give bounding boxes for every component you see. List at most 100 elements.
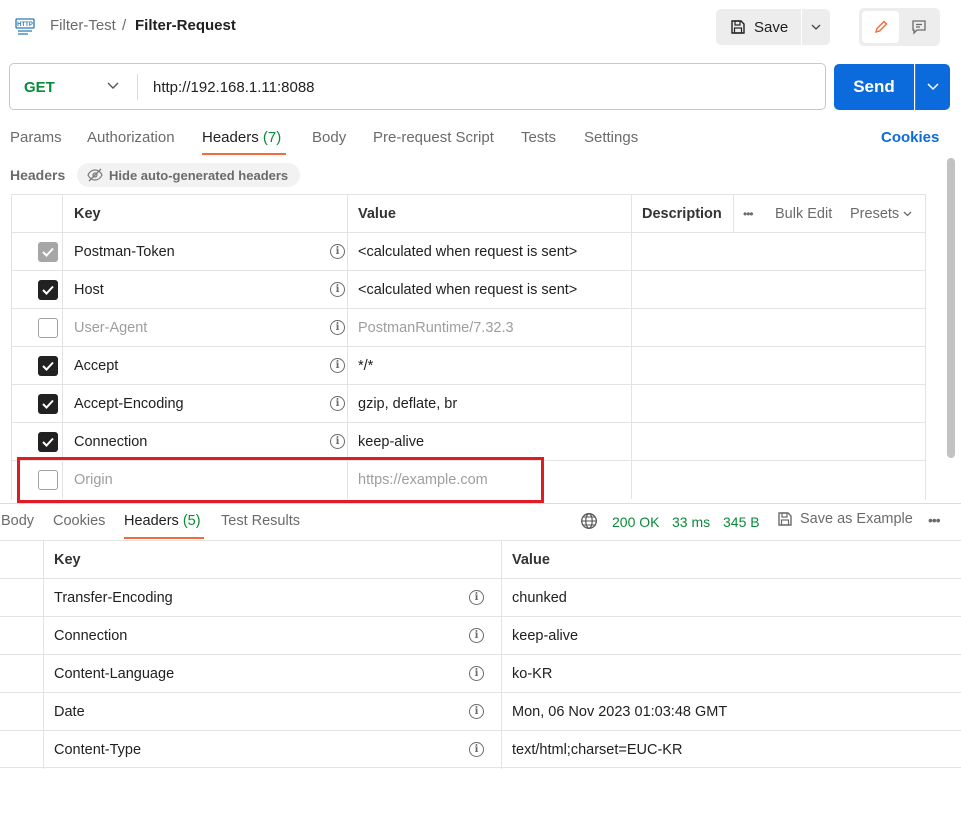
column-divider bbox=[43, 693, 44, 731]
response-size[interactable]: 345 B bbox=[723, 514, 760, 530]
comment-mode-button[interactable] bbox=[901, 11, 937, 43]
column-divider bbox=[631, 347, 632, 385]
info-icon[interactable]: i bbox=[469, 590, 484, 605]
row-checkbox[interactable] bbox=[38, 394, 58, 414]
checkmark-icon bbox=[42, 437, 54, 447]
tab-headers[interactable]: Headers (7) bbox=[202, 129, 281, 146]
column-divider bbox=[62, 309, 63, 347]
row-checkbox[interactable] bbox=[38, 242, 58, 262]
column-divider bbox=[62, 271, 63, 309]
row-checkbox[interactable] bbox=[38, 356, 58, 376]
header-value[interactable]: keep-alive bbox=[358, 423, 424, 461]
url-input[interactable]: http://192.168.1.11:8088 bbox=[153, 79, 315, 96]
save-options-button[interactable] bbox=[802, 9, 830, 45]
svg-text:HTTP: HTTP bbox=[17, 22, 33, 28]
row-checkbox[interactable] bbox=[38, 280, 58, 300]
column-divider bbox=[62, 347, 63, 385]
status-code[interactable]: 200 OK bbox=[612, 514, 659, 530]
headers-section-title: Headers bbox=[10, 167, 66, 183]
table-row: User-Agent i PostmanRuntime/7.32.3 bbox=[12, 308, 925, 347]
header-key[interactable]: Postman-Token bbox=[74, 233, 175, 271]
tab-response-body[interactable]: Body bbox=[1, 513, 34, 529]
column-value: Value bbox=[512, 552, 550, 568]
tab-tests[interactable]: Tests bbox=[521, 129, 556, 146]
row-checkbox[interactable] bbox=[38, 432, 58, 452]
tab-test-results[interactable]: Test Results bbox=[221, 513, 300, 529]
breadcrumb-separator: / bbox=[122, 17, 127, 34]
response-header-value: chunked bbox=[512, 590, 567, 606]
comment-icon bbox=[912, 20, 926, 35]
chevron-down-icon[interactable] bbox=[107, 82, 119, 90]
hide-auto-generated-headers-button[interactable]: Hide auto-generated headers bbox=[77, 163, 300, 187]
tab-response-headers-count: (5) bbox=[182, 513, 201, 529]
hide-auto-generated-headers-label: Hide auto-generated headers bbox=[109, 167, 289, 183]
info-icon[interactable]: i bbox=[330, 320, 345, 335]
info-icon[interactable]: i bbox=[330, 282, 345, 297]
column-divider bbox=[43, 731, 44, 769]
active-tab-indicator bbox=[124, 537, 204, 539]
breadcrumb-collection[interactable]: Filter-Test bbox=[50, 17, 116, 34]
info-icon[interactable]: i bbox=[469, 704, 484, 719]
column-divider bbox=[631, 385, 632, 423]
header-key[interactable]: User-Agent bbox=[74, 309, 147, 347]
column-divider bbox=[631, 195, 632, 233]
column-divider bbox=[62, 195, 63, 233]
tab-pre-request-script[interactable]: Pre-request Script bbox=[373, 129, 494, 146]
more-options-button[interactable]: ••• bbox=[928, 512, 941, 528]
header-key[interactable]: Connection bbox=[74, 423, 147, 461]
info-icon[interactable]: i bbox=[330, 434, 345, 449]
info-icon[interactable]: i bbox=[469, 742, 484, 757]
table-row: Content-Type i text/html;charset=EUC-KR bbox=[0, 730, 961, 769]
table-row: Postman-Token i <calculated when request… bbox=[12, 232, 925, 271]
tab-params[interactable]: Params bbox=[10, 129, 62, 146]
presets-label: Presets bbox=[850, 206, 900, 222]
scrollbar[interactable] bbox=[947, 158, 955, 458]
save-as-example-button[interactable]: Save as Example bbox=[777, 511, 913, 527]
info-icon[interactable]: i bbox=[330, 396, 345, 411]
info-icon[interactable]: i bbox=[469, 666, 484, 681]
column-divider bbox=[347, 309, 348, 347]
cookies-link[interactable]: Cookies bbox=[881, 129, 939, 146]
tab-body[interactable]: Body bbox=[312, 129, 346, 146]
header-value[interactable]: */* bbox=[358, 347, 373, 385]
response-time[interactable]: 33 ms bbox=[672, 514, 710, 530]
header-key[interactable]: Accept bbox=[74, 347, 118, 385]
response-header-key: Transfer-Encoding bbox=[54, 590, 173, 606]
more-options-button[interactable]: ••• bbox=[743, 195, 754, 233]
send-options-button[interactable] bbox=[915, 64, 950, 110]
response-header-key: Connection bbox=[54, 628, 128, 644]
tab-settings[interactable]: Settings bbox=[584, 129, 638, 146]
active-tab-indicator bbox=[202, 153, 286, 155]
globe-icon[interactable] bbox=[580, 512, 598, 530]
row-checkbox[interactable] bbox=[38, 318, 58, 338]
tab-headers-label: Headers bbox=[202, 129, 259, 146]
header-value[interactable]: PostmanRuntime/7.32.3 bbox=[358, 309, 514, 347]
header-key[interactable]: Accept-Encoding bbox=[74, 385, 184, 423]
header-value[interactable]: gzip, deflate, br bbox=[358, 385, 457, 423]
info-icon[interactable]: i bbox=[330, 244, 345, 259]
tab-response-headers[interactable]: Headers (5) bbox=[124, 513, 201, 529]
tab-authorization[interactable]: Authorization bbox=[87, 129, 175, 146]
info-icon[interactable]: i bbox=[469, 628, 484, 643]
response-headers-table: Key Value Transfer-Encoding i chunked Co… bbox=[0, 540, 961, 770]
header-key[interactable]: Host bbox=[74, 271, 104, 309]
header-value[interactable]: <calculated when request is sent> bbox=[358, 271, 577, 309]
send-button[interactable]: Send bbox=[834, 64, 914, 110]
http-request-icon: HTTP bbox=[15, 18, 35, 35]
breadcrumb-request[interactable]: Filter-Request bbox=[135, 17, 236, 34]
response-header-value: ko-KR bbox=[512, 666, 553, 682]
bulk-edit-button[interactable]: Bulk Edit bbox=[775, 195, 832, 233]
column-divider bbox=[62, 423, 63, 461]
save-button[interactable]: Save bbox=[716, 9, 801, 45]
method-select[interactable]: GET bbox=[24, 79, 55, 96]
column-divider bbox=[62, 233, 63, 271]
edit-mode-button[interactable] bbox=[862, 11, 899, 43]
response-header-value: keep-alive bbox=[512, 628, 579, 644]
tab-response-cookies[interactable]: Cookies bbox=[53, 513, 105, 529]
column-divider bbox=[501, 693, 502, 731]
presets-button[interactable]: Presets bbox=[850, 195, 912, 233]
header-value[interactable]: <calculated when request is sent> bbox=[358, 233, 577, 271]
table-row: Transfer-Encoding i chunked bbox=[0, 578, 961, 617]
info-icon[interactable]: i bbox=[330, 358, 345, 373]
table-row: Accept-Encoding i gzip, deflate, br bbox=[12, 384, 925, 423]
